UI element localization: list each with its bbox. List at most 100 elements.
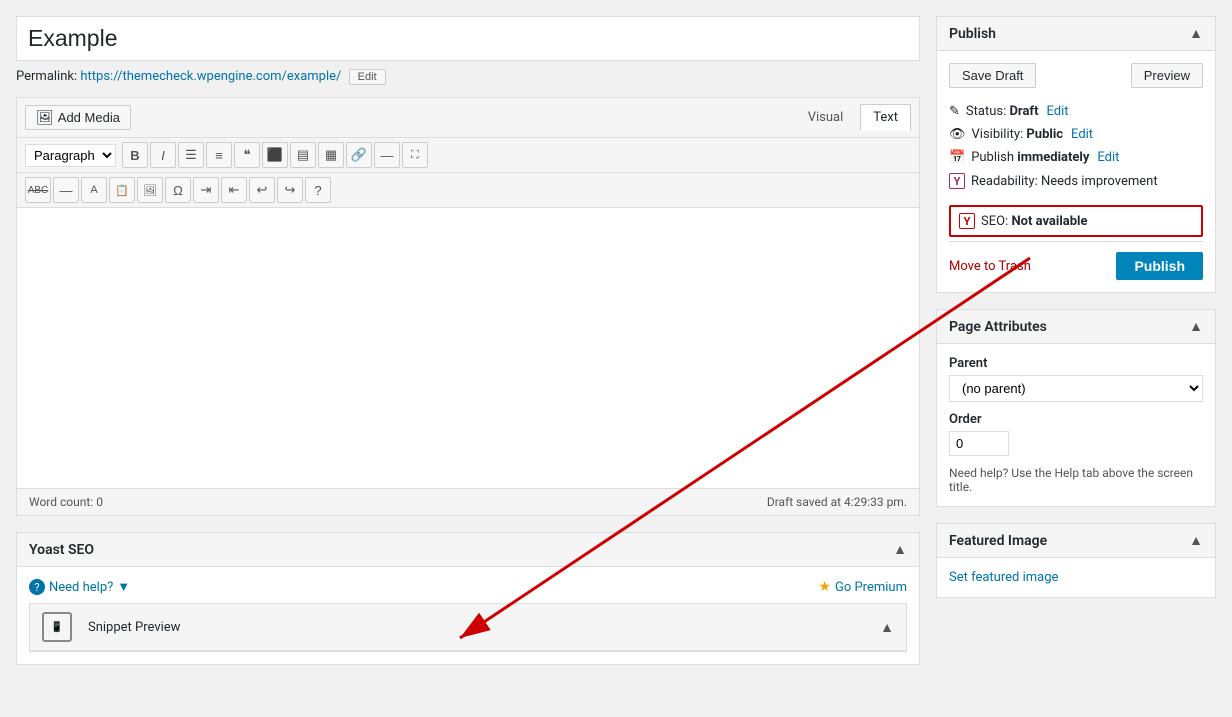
order-row: Order (949, 412, 1203, 456)
word-count-value: 0 (96, 495, 103, 509)
seo-value: Not available (1011, 214, 1087, 229)
help-button[interactable]: ? (305, 177, 331, 203)
permalink-url[interactable]: https://themecheck.wpengine.com/example/ (80, 69, 341, 84)
align-left-button[interactable]: ⬛ (262, 142, 288, 168)
permalink-label: Permalink: (16, 69, 77, 84)
visibility-label: Visibility: Public (972, 127, 1064, 142)
publish-timing-edit-link[interactable]: Edit (1097, 150, 1119, 165)
page-attributes-title: Page Attributes (949, 319, 1047, 335)
bold-button[interactable]: B (122, 142, 148, 168)
visibility-edit-link[interactable]: Edit (1071, 127, 1093, 142)
publish-footer: Move to Trash Publish (949, 241, 1203, 280)
save-draft-button[interactable]: Save Draft (949, 63, 1036, 88)
snippet-preview-header[interactable]: 📱 Snippet Preview ▲ (30, 604, 906, 651)
featured-image-title: Featured Image (949, 533, 1047, 549)
page-attributes-content: Parent (no parent) Order Need help? Use … (937, 344, 1215, 506)
permalink-edit-button[interactable]: Edit (349, 69, 386, 85)
page-attributes-header[interactable]: Page Attributes ▲ (937, 310, 1215, 344)
align-right-button[interactable]: ▦ (318, 142, 344, 168)
ordered-list-button[interactable]: ≡ (206, 142, 232, 168)
publish-timing-row: 📅 Publish immediately Edit (949, 146, 1203, 169)
readability-row: Y Readability: Needs improvement (949, 169, 1203, 193)
visibility-value: Public (1026, 127, 1063, 142)
tab-visual[interactable]: Visual (795, 104, 857, 131)
horizontal-rule-button[interactable]: — (53, 177, 79, 203)
publish-box-title: Publish (949, 26, 996, 42)
snippet-device-icon: 📱 (42, 612, 72, 642)
snippet-collapse-icon: ▲ (880, 619, 894, 636)
featured-image-header[interactable]: Featured Image ▲ (937, 524, 1215, 558)
publish-collapse-icon: ▲ (1189, 25, 1203, 42)
featured-image-box: Featured Image ▲ Set featured image (936, 523, 1216, 598)
add-media-label: Add Media (58, 110, 120, 125)
move-to-trash-link[interactable]: Move to Trash (949, 259, 1031, 274)
yoast-header[interactable]: Yoast SEO ▲ (17, 533, 919, 567)
word-count-label: Word count: 0 (29, 495, 103, 509)
status-value: Draft (1009, 104, 1038, 119)
featured-image-content: Set featured image (937, 558, 1215, 597)
order-label: Order (949, 412, 1203, 427)
publish-button[interactable]: Publish (1116, 252, 1203, 280)
publish-box: Publish ▲ Save Draft Preview ✎ Status: D… (936, 16, 1216, 293)
status-row: ✎ Status: Draft Edit (949, 100, 1203, 123)
redo-button[interactable]: ↪ (277, 177, 303, 203)
post-title-input[interactable] (16, 16, 920, 61)
paragraph-select[interactable]: Paragraph (25, 144, 116, 167)
italic-button[interactable]: I (150, 142, 176, 168)
featured-image-collapse-icon: ▲ (1189, 532, 1203, 549)
yoast-readability-icon: Y (949, 173, 965, 189)
tab-text[interactable]: Text (860, 104, 911, 131)
go-premium-text: Go Premium (835, 580, 907, 595)
paste-button[interactable]: 📋 (109, 177, 135, 203)
link-button[interactable]: 🔗 (346, 142, 372, 168)
snippet-preview-box: 📱 Snippet Preview ▲ (29, 603, 907, 652)
seo-status-row: Y SEO: Not available (949, 205, 1203, 237)
publish-box-content: Save Draft Preview ✎ Status: Draft Edit … (937, 51, 1215, 292)
outdent-button[interactable]: ⇤ (221, 177, 247, 203)
publish-meta-list: ✎ Status: Draft Edit 👁 Visibility: Publi… (949, 100, 1203, 193)
draft-saved-text: Draft saved at 4:29:33 pm. (767, 495, 907, 509)
yoast-title: Yoast SEO (29, 542, 94, 558)
order-input[interactable] (949, 431, 1009, 456)
readability-value: Needs improvement (1041, 174, 1158, 189)
indent-button[interactable]: ⇥ (193, 177, 219, 203)
calendar-icon: 📅 (949, 150, 965, 165)
yoast-need-help-link[interactable]: ? Need help? ▼ (29, 579, 130, 595)
blockquote-button[interactable]: ❝ (234, 142, 260, 168)
star-icon: ★ (818, 579, 831, 595)
undo-button[interactable]: ↩ (249, 177, 275, 203)
question-icon: ? (29, 579, 45, 595)
editor-content-area[interactable] (17, 208, 919, 488)
unordered-list-button[interactable]: ☰ (178, 142, 204, 168)
status-edit-link[interactable]: Edit (1046, 104, 1068, 119)
fullscreen-button[interactable]: ⛶ (402, 142, 428, 168)
parent-label: Parent (949, 356, 1203, 371)
media-button[interactable]: 🖼 (137, 177, 163, 203)
more-button[interactable]: — (374, 142, 400, 168)
seo-label: SEO: Not available (981, 214, 1088, 229)
yoast-content: ? Need help? ▼ ★ Go Premium (17, 567, 919, 664)
preview-button[interactable]: Preview (1131, 63, 1203, 88)
yoast-seo-box: Yoast SEO ▲ ? Need help? ▼ ★ Go Premium (16, 532, 920, 665)
visibility-row: 👁 Visibility: Public Edit (949, 123, 1203, 146)
parent-select[interactable]: (no parent) (949, 375, 1203, 402)
set-featured-image-link[interactable]: Set featured image (949, 570, 1058, 585)
publish-action-buttons: Save Draft Preview (949, 63, 1203, 88)
align-center-button[interactable]: ▤ (290, 142, 316, 168)
add-media-button[interactable]: 🖼 Add Media (25, 105, 131, 130)
publish-timing-value: immediately (1017, 150, 1089, 165)
strikethrough-button[interactable]: ABC (25, 177, 51, 203)
publish-timing-label: Publish immediately (971, 150, 1089, 165)
pencil-icon: ✎ (949, 104, 960, 119)
eye-icon: 👁 (949, 127, 966, 142)
text-color-button[interactable]: A (81, 177, 107, 203)
editor-toolbar-row1: Paragraph B I ☰ ≡ ❝ ⬛ ▤ ▦ 🔗 — ⛶ (17, 138, 919, 173)
status-label: Status: Draft (966, 104, 1039, 119)
sidebar: Publish ▲ Save Draft Preview ✎ Status: D… (936, 16, 1216, 665)
snippet-preview-label: Snippet Preview (88, 620, 180, 635)
go-premium-link[interactable]: ★ Go Premium (818, 579, 907, 595)
yoast-seo-icon: Y (959, 213, 975, 229)
omega-button[interactable]: Ω (165, 177, 191, 203)
publish-box-header[interactable]: Publish ▲ (937, 17, 1215, 51)
page-attributes-box: Page Attributes ▲ Parent (no parent) Ord… (936, 309, 1216, 507)
